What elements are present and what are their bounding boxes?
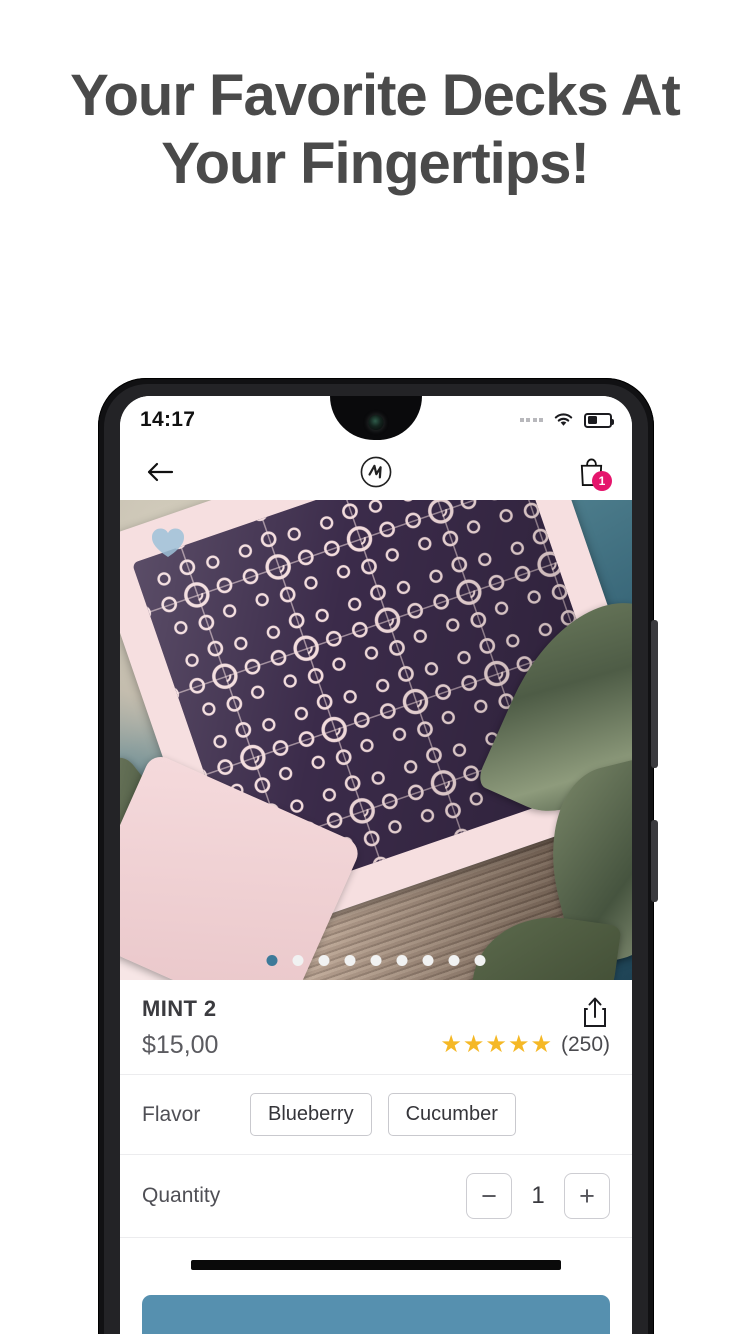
product-title: MINT 2 [142, 996, 217, 1021]
product-image-carousel[interactable] [120, 500, 632, 980]
battery-icon [584, 412, 614, 428]
flavor-label: Flavor [142, 1102, 201, 1126]
share-icon[interactable] [580, 996, 610, 1028]
quantity-decrease-button[interactable]: − [466, 1173, 512, 1219]
flavor-chip-cucumber[interactable]: Cucumber [387, 1093, 516, 1136]
carousel-dot[interactable] [292, 955, 304, 966]
status-time: 14:17 [140, 408, 196, 431]
product-photo [120, 500, 632, 980]
quantity-label: Quantity [142, 1184, 221, 1207]
rating-count: (250) [560, 1033, 610, 1056]
heart-icon[interactable] [150, 526, 186, 560]
back-arrow-icon[interactable] [142, 454, 178, 490]
volume-button[interactable] [651, 620, 658, 768]
status-icons [519, 412, 614, 428]
star-rating-icon: ★★★★★ [440, 1031, 553, 1058]
home-indicator[interactable] [191, 1260, 561, 1270]
carousel-dots[interactable] [266, 955, 486, 966]
quantity-increase-button[interactable]: + [564, 1173, 610, 1219]
signal-dots-icon [519, 418, 543, 422]
add-to-cart-button[interactable] [142, 1295, 610, 1334]
carousel-dot[interactable] [422, 955, 434, 966]
rating: ★★★★★ (250) [440, 1033, 610, 1057]
phone-screen: 14:17 1 MINT 2 $15,00 ★★★★★ (250) Flavor… [120, 396, 632, 1334]
flavor-chip-blueberry[interactable]: Blueberry [250, 1093, 372, 1136]
carousel-dot[interactable] [370, 955, 382, 966]
quantity-stepper[interactable]: − 1 + [466, 1173, 610, 1219]
quantity-value: 1 [531, 1182, 545, 1209]
wifi-icon [553, 412, 574, 428]
carousel-dot[interactable] [318, 955, 330, 966]
power-button[interactable] [651, 820, 658, 902]
product-info-row: MINT 2 $15,00 ★★★★★ (250) [120, 980, 632, 1074]
carousel-dot[interactable] [396, 955, 408, 966]
carousel-dot[interactable] [474, 955, 486, 966]
quantity-row: Quantity − 1 + [120, 1155, 632, 1237]
carousel-dot[interactable] [344, 955, 356, 966]
phone-mockup: 14:17 1 MINT 2 $15,00 ★★★★★ (250) Flavor… [98, 378, 658, 1334]
app-nav-bar: 1 [120, 444, 632, 500]
shopping-bag-icon[interactable]: 1 [572, 453, 612, 491]
product-price: $15,00 [142, 1031, 219, 1059]
brand-logo-icon[interactable] [360, 456, 393, 489]
flavor-option-row: Flavor Blueberry Cucumber [120, 1075, 632, 1154]
carousel-dot[interactable] [448, 955, 460, 966]
front-camera-icon [368, 415, 384, 430]
carousel-dot[interactable] [266, 955, 278, 966]
bottom-area [120, 1238, 632, 1334]
cart-badge: 1 [592, 471, 612, 491]
page-title: Your Favorite Decks At Your Fingertips! [70, 63, 681, 197]
